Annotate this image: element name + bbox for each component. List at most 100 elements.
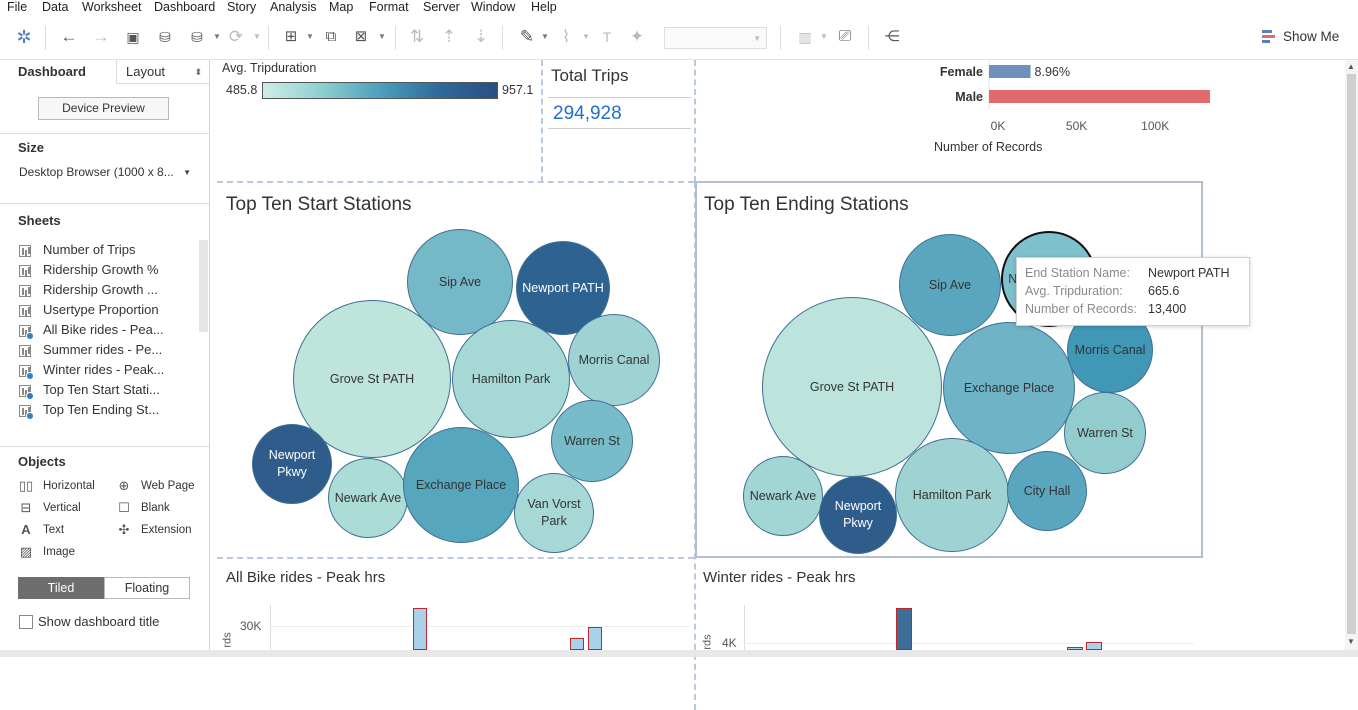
duplicate-sheet-icon[interactable]: ⧉: [320, 26, 342, 48]
cards-icon[interactable]: ▥: [794, 26, 816, 48]
blank-icon: ☐: [118, 500, 130, 515]
fit-dropdown[interactable]: ▼: [664, 27, 767, 49]
tooltip-value: Newport PATH: [1148, 266, 1230, 280]
sheet-item-label: Usertype Proportion: [43, 302, 159, 317]
start-station-bubble[interactable]: Morris Canal: [568, 314, 660, 406]
new-data-source-icon[interactable]: ⛁: [154, 26, 176, 48]
sheet-item[interactable]: Summer rides - Pe...: [18, 341, 198, 361]
winter-rides-title: Winter rides - Peak hrs: [703, 569, 856, 586]
end-station-bubble[interactable]: Warren St: [1064, 392, 1146, 474]
image-icon: ▨: [19, 544, 33, 559]
tiled-button[interactable]: Tiled: [18, 577, 104, 599]
end-station-bubble[interactable]: Sip Ave: [899, 234, 1001, 336]
chevron-down-icon[interactable]: ▼: [306, 32, 314, 41]
highlight-icon[interactable]: ✎: [516, 26, 538, 48]
end-station-bubble[interactable]: Hamilton Park: [895, 438, 1009, 552]
in-use-check-icon: [26, 332, 34, 340]
sheet-item[interactable]: Ridership Growth %: [18, 261, 198, 281]
size-section-title: Size: [18, 140, 45, 155]
undo-icon[interactable]: ←: [58, 26, 80, 48]
menu-help[interactable]: Help: [531, 0, 557, 14]
sheet-item[interactable]: Ridership Growth ...: [18, 281, 198, 301]
start-station-bubble[interactable]: Van Vorst Park: [514, 473, 594, 553]
floating-button[interactable]: Floating: [104, 577, 190, 599]
end-station-bubble[interactable]: Newark Ave: [743, 456, 823, 536]
show-me-icon[interactable]: [1262, 29, 1276, 45]
peak-bar: [413, 608, 427, 650]
menu-data[interactable]: Data: [42, 0, 68, 14]
worksheet-icon: [19, 245, 31, 257]
scroll-down-icon[interactable]: ▼: [1347, 637, 1355, 646]
chevron-down-icon[interactable]: ▼: [820, 32, 828, 41]
spinner-icon: ⬍: [194, 67, 202, 77]
sort-descending-icon[interactable]: ⇣: [470, 26, 492, 48]
sheet-item[interactable]: Usertype Proportion: [18, 301, 198, 321]
show-labels-icon[interactable]: T: [596, 26, 618, 48]
zone-divider: [694, 60, 696, 182]
menu-map[interactable]: Map: [329, 0, 353, 14]
sort-ascending-icon[interactable]: ⇡: [438, 26, 460, 48]
chevron-down-icon[interactable]: ▼: [541, 32, 549, 41]
show-title-checkbox[interactable]: [19, 615, 33, 629]
end-station-bubble[interactable]: Newport Pkwy: [819, 476, 897, 554]
sheet-item[interactable]: Number of Trips: [18, 241, 198, 261]
save-icon[interactable]: ▣: [122, 26, 144, 48]
menu-analysis[interactable]: Analysis: [270, 0, 317, 14]
menu-server[interactable]: Server: [423, 0, 460, 14]
end-stations-panel[interactable]: Top Ten Ending Stations Sip AveNewport P…: [695, 181, 1203, 558]
show-me-button[interactable]: Show Me: [1283, 29, 1339, 44]
menu-worksheet[interactable]: Worksheet: [82, 0, 142, 14]
scrollbar-thumb[interactable]: [1347, 74, 1356, 634]
tab-layout[interactable]: Layout ⬍: [117, 60, 209, 84]
in-use-check-icon: [26, 372, 34, 380]
bubble-label: Morris Canal: [578, 352, 650, 367]
sheet-item[interactable]: Winter rides - Peak...: [18, 361, 198, 381]
size-dropdown[interactable]: Desktop Browser (1000 x 8... ▼: [18, 163, 193, 183]
clear-sheet-icon[interactable]: ⊠: [350, 26, 372, 48]
presentation-mode-icon[interactable]: ⎚: [834, 26, 856, 48]
sheet-item[interactable]: Top Ten Start Stati...: [18, 381, 198, 401]
start-station-bubble[interactable]: Exchange Place: [403, 427, 519, 543]
tableau-logo-icon[interactable]: ✲: [13, 26, 35, 48]
device-preview-button[interactable]: Device Preview: [38, 97, 169, 120]
sheet-item[interactable]: Top Ten Ending St...: [18, 401, 198, 421]
start-station-bubble[interactable]: Newark Ave: [328, 458, 408, 538]
chevron-down-icon[interactable]: ▼: [253, 32, 261, 41]
refresh-icon[interactable]: ⟳: [225, 26, 247, 48]
tab-dashboard[interactable]: Dashboard: [0, 60, 117, 84]
end-station-bubble[interactable]: City Hall: [1007, 451, 1087, 531]
pause-updates-icon[interactable]: ⛁: [186, 26, 208, 48]
redo-icon[interactable]: →: [90, 26, 112, 48]
start-station-bubble[interactable]: Newport Pkwy: [252, 424, 332, 504]
vertical-scrollbar[interactable]: ▲ ▼: [1345, 60, 1358, 650]
bubble-label: City Hall: [1023, 483, 1071, 498]
sheet-item-label: Ridership Growth ...: [43, 282, 158, 297]
scroll-up-icon[interactable]: ▲: [1347, 62, 1355, 71]
start-station-bubble[interactable]: Hamilton Park: [452, 320, 570, 438]
object-label: Extension: [141, 524, 192, 536]
menu-dashboard[interactable]: Dashboard: [154, 0, 215, 14]
start-station-bubble[interactable]: Warren St: [551, 400, 633, 482]
group-members-icon[interactable]: ⌇: [555, 26, 577, 48]
divider: [0, 203, 209, 204]
fix-axes-icon[interactable]: ✦: [626, 26, 648, 48]
chevron-down-icon[interactable]: ▼: [582, 32, 590, 41]
menu-story[interactable]: Story: [227, 0, 256, 14]
new-worksheet-icon[interactable]: ⊞: [280, 26, 302, 48]
menu-window[interactable]: Window: [471, 0, 515, 14]
share-icon[interactable]: ⋲: [881, 26, 903, 48]
menu-file[interactable]: File: [7, 0, 27, 14]
legend-max: 957.1: [502, 83, 534, 97]
bubble-label: Exchange Place: [415, 477, 507, 492]
sheet-item[interactable]: All Bike rides - Pea...: [18, 321, 198, 341]
bar: [989, 65, 1031, 78]
swap-icon[interactable]: ⇅: [406, 26, 428, 48]
menu-format[interactable]: Format: [369, 0, 409, 14]
sheets-scrollbar[interactable]: [199, 240, 208, 332]
chevron-down-icon[interactable]: ▼: [378, 32, 386, 41]
show-title-label: Show dashboard title: [38, 614, 160, 629]
bubble-label: Hamilton Park: [471, 371, 551, 386]
end-station-bubble[interactable]: Exchange Place: [943, 322, 1075, 454]
sheet-item-label: Ridership Growth %: [43, 262, 159, 277]
chevron-down-icon[interactable]: ▼: [213, 32, 221, 41]
